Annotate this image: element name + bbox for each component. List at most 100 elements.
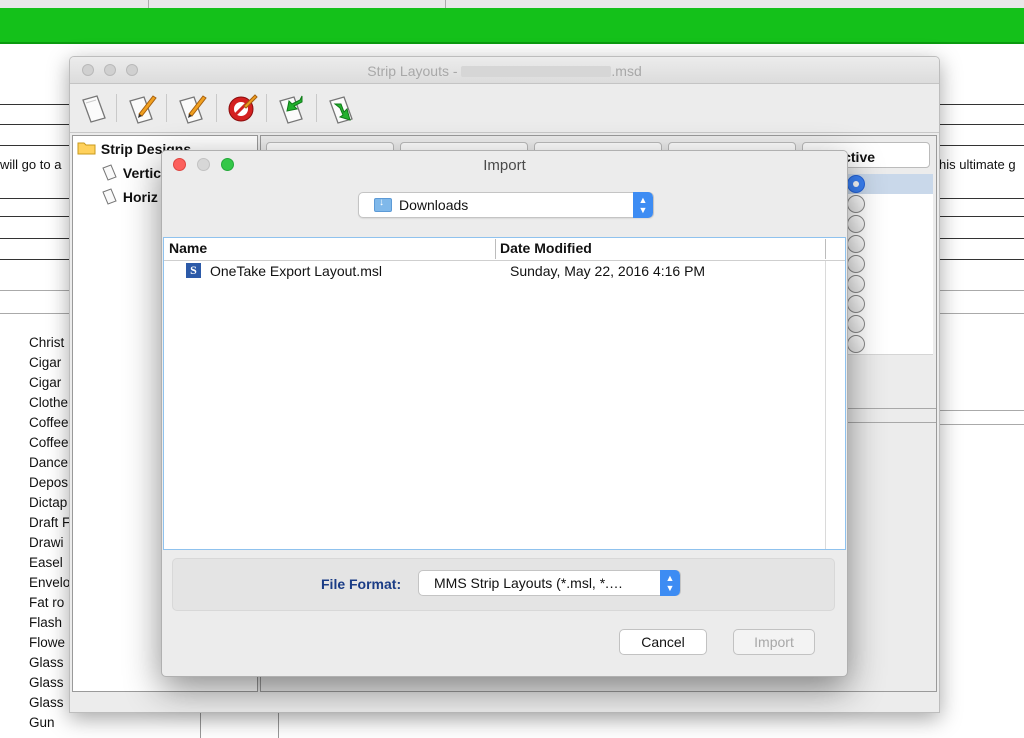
import-dialog: Import Downloads ▲▼ Name Date Modified S… <box>161 150 848 677</box>
file-browser: Name Date Modified S OneTake Export Layo… <box>163 237 846 550</box>
divider <box>938 424 1024 425</box>
list-item[interactable]: Easel <box>29 555 63 570</box>
delete-icon[interactable] <box>226 92 258 124</box>
divider <box>938 104 1024 105</box>
column-header-name[interactable]: Name <box>169 240 207 258</box>
import-button[interactable]: Import <box>733 629 815 655</box>
dialog-title: Import <box>483 157 526 174</box>
list-item[interactable]: Flash <box>29 615 62 630</box>
column-header-date[interactable]: Date Modified <box>500 240 592 258</box>
divider <box>938 145 1024 146</box>
divider <box>200 711 201 738</box>
column-divider <box>825 261 826 549</box>
tree-item-horizontal[interactable]: Horiz <box>101 187 158 205</box>
active-radio[interactable] <box>847 315 865 333</box>
tree-item-label: Vertic <box>122 165 162 181</box>
cancel-button[interactable]: Cancel <box>619 629 707 655</box>
background-text-right: his ultimate g <box>939 157 1016 172</box>
divider <box>938 259 1024 260</box>
divider <box>0 124 69 125</box>
column-separator[interactable] <box>495 239 496 259</box>
folder-icon <box>77 142 96 155</box>
location-label: Downloads <box>399 197 469 213</box>
toolbar-separator <box>216 94 217 122</box>
divider <box>0 238 69 239</box>
msl-file-icon: S <box>186 263 201 278</box>
background-text-left: will go to a <box>0 157 62 172</box>
list-item[interactable]: Cigar <box>29 375 61 390</box>
edit-copy-icon[interactable] <box>176 92 208 124</box>
list-item[interactable]: Glass <box>29 655 64 670</box>
list-item[interactable]: Cigar <box>29 355 61 370</box>
divider <box>0 145 69 146</box>
list-item[interactable]: Christ <box>29 335 64 350</box>
window-title: Strip Layouts - .msd <box>367 63 642 79</box>
list-item[interactable]: Fat ro <box>29 595 64 610</box>
dialog-title-bar[interactable]: Import <box>162 151 847 178</box>
toolbar-separator <box>166 94 167 122</box>
new-layout-icon[interactable] <box>78 92 110 124</box>
file-name: OneTake Export Layout.msl <box>210 263 382 279</box>
title-bar[interactable]: Strip Layouts - .msd <box>70 57 939 84</box>
list-item[interactable]: Envelo <box>29 575 70 590</box>
divider <box>0 198 69 199</box>
active-radio[interactable] <box>847 295 865 313</box>
active-radio[interactable] <box>847 275 865 293</box>
list-item[interactable]: Depos <box>29 475 68 490</box>
divider <box>278 711 279 738</box>
document-icon <box>102 164 117 181</box>
format-bar: File Format: MMS Strip Layouts (*.msl, *… <box>172 558 835 611</box>
location-popup[interactable]: Downloads ▲▼ <box>358 192 654 218</box>
divider <box>938 238 1024 239</box>
active-radio[interactable] <box>847 335 865 353</box>
header-bar <box>0 8 1024 44</box>
import-icon[interactable] <box>276 92 308 124</box>
list-item[interactable]: Dictap <box>29 495 67 510</box>
divider <box>938 216 1024 217</box>
list-item[interactable]: Glass <box>29 695 64 710</box>
column-separator[interactable] <box>825 239 826 259</box>
file-date: Sunday, May 22, 2016 4:16 PM <box>510 263 706 279</box>
popup-chevron-icon: ▲ ▼ <box>633 192 653 218</box>
divider <box>0 259 69 260</box>
list-item[interactable]: Gun <box>29 715 55 730</box>
list-item[interactable]: Coffee <box>29 415 69 430</box>
document-icon <box>102 188 117 205</box>
list-item[interactable]: Dance <box>29 455 68 470</box>
list-item[interactable]: Flowe <box>29 635 65 650</box>
divider <box>0 216 69 217</box>
divider <box>938 198 1024 199</box>
divider <box>938 290 1024 291</box>
active-radio[interactable] <box>847 255 865 273</box>
toolbar <box>70 84 939 133</box>
divider <box>938 313 1024 314</box>
redacted-filename <box>461 66 612 77</box>
divider <box>938 410 1024 411</box>
edit-layout-icon[interactable] <box>126 92 158 124</box>
active-radio[interactable] <box>847 235 865 253</box>
tree-item-label: Horiz <box>122 189 158 205</box>
divider <box>0 290 69 291</box>
export-icon[interactable] <box>326 92 358 124</box>
toolbar-separator <box>316 94 317 122</box>
popup-chevron-icon: ▲ ▼ <box>660 570 680 596</box>
list-item[interactable]: Clothe <box>29 395 68 410</box>
downloads-folder-icon <box>374 197 392 212</box>
file-format-value: MMS Strip Layouts (*.msl, *.… <box>434 575 624 591</box>
toolbar-separator <box>266 94 267 122</box>
active-radio[interactable] <box>847 215 865 233</box>
active-radio[interactable] <box>847 175 865 193</box>
list-item[interactable]: Drawi <box>29 535 64 550</box>
active-radio[interactable] <box>847 195 865 213</box>
tree-item-vertical[interactable]: Vertic <box>101 163 161 181</box>
list-item[interactable]: Glass <box>29 675 64 690</box>
list-item[interactable]: Draft F <box>29 515 70 530</box>
divider <box>0 313 69 314</box>
divider <box>938 124 1024 125</box>
divider <box>0 104 69 105</box>
file-format-popup[interactable]: MMS Strip Layouts (*.msl, *.… ▲ ▼ <box>418 570 681 596</box>
list-item[interactable]: Coffee <box>29 435 69 450</box>
file-format-label: File Format: <box>321 576 402 592</box>
file-row[interactable]: S OneTake Export Layout.msl Sunday, May … <box>164 261 845 283</box>
toolbar-separator <box>116 94 117 122</box>
